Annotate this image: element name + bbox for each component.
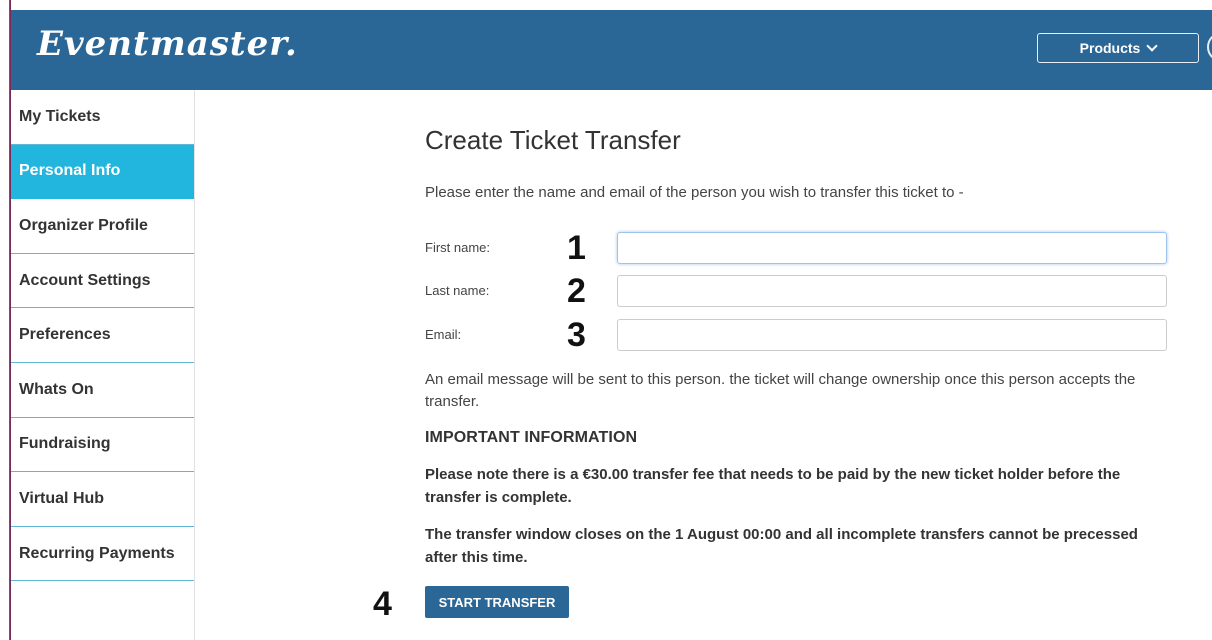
last-name-row: Last name: 2: [425, 272, 1185, 310]
chevron-down-icon: [1146, 39, 1159, 52]
step-marker-4: 4: [373, 585, 392, 623]
sidebar-item-personal-info[interactable]: Personal Info: [11, 144, 194, 200]
sidebar-item-label: Whats On: [19, 380, 94, 398]
window-edge: [0, 0, 11, 640]
sidebar-item-label: Fundraising: [19, 435, 111, 453]
first-name-label: First name:: [425, 240, 491, 255]
sidebar-item-label: Virtual Hub: [19, 489, 105, 507]
email-label: Email:: [425, 327, 462, 342]
top-header: Eventmaster. Products: [11, 10, 1212, 90]
transfer-window-text: The transfer window closes on the 1 Augu…: [425, 526, 1138, 566]
sidebar-item-label: Personal Info: [19, 162, 121, 180]
sidebar-item-account-settings[interactable]: Account Settings: [11, 254, 194, 309]
sidebar-item-label: Recurring Payments: [19, 544, 175, 562]
transfer-fee-text: Please note there is a €30.00 transfer f…: [425, 466, 1121, 506]
sidebar-item-recurring-payments[interactable]: Recurring Payments: [11, 527, 194, 582]
sidebar-item-whats-on[interactable]: Whats On: [11, 363, 194, 418]
sidebar-item-virtual-hub[interactable]: Virtual Hub: [11, 472, 194, 527]
products-label: Products: [1079, 40, 1141, 56]
ownership-notice: An email message will be sent to this pe…: [425, 371, 1136, 410]
sidebar-item-label: Account Settings: [19, 271, 151, 289]
sidebar-item-fundraising[interactable]: Fundraising: [11, 418, 194, 473]
step-marker-2: 2: [567, 272, 586, 310]
sidebar-item-label: Organizer Profile: [19, 216, 148, 234]
step-marker-3: 3: [567, 316, 586, 354]
last-name-label: Last name:: [425, 283, 490, 298]
eventmaster-logo[interactable]: Eventmaster.: [37, 24, 298, 64]
sidebar-item-label: Preferences: [19, 326, 111, 344]
sidebar-item-label: My Tickets: [19, 107, 101, 125]
user-avatar-icon[interactable]: [1207, 32, 1212, 62]
products-dropdown-button[interactable]: Products: [1037, 33, 1199, 63]
first-name-input[interactable]: [617, 232, 1167, 264]
email-input[interactable]: [617, 319, 1167, 351]
sidebar-item-organizer-profile[interactable]: Organizer Profile: [11, 199, 194, 254]
email-row: Email: 3: [425, 316, 1185, 354]
sidebar-item-preferences[interactable]: Preferences: [11, 308, 194, 363]
sidebar-item-my-tickets[interactable]: My Tickets: [11, 90, 194, 145]
sidebar: My Tickets Personal Info Organizer Profi…: [11, 90, 195, 640]
first-name-row: First name: 1: [425, 229, 1185, 267]
page-title: Create Ticket Transfer: [425, 125, 681, 155]
intro-text: Please enter the name and email of the p…: [425, 184, 964, 201]
step-marker-1: 1: [567, 229, 586, 267]
start-transfer-button[interactable]: START TRANSFER: [425, 586, 569, 618]
important-info-heading: IMPORTANT INFORMATION: [425, 429, 638, 446]
last-name-input[interactable]: [617, 275, 1167, 307]
